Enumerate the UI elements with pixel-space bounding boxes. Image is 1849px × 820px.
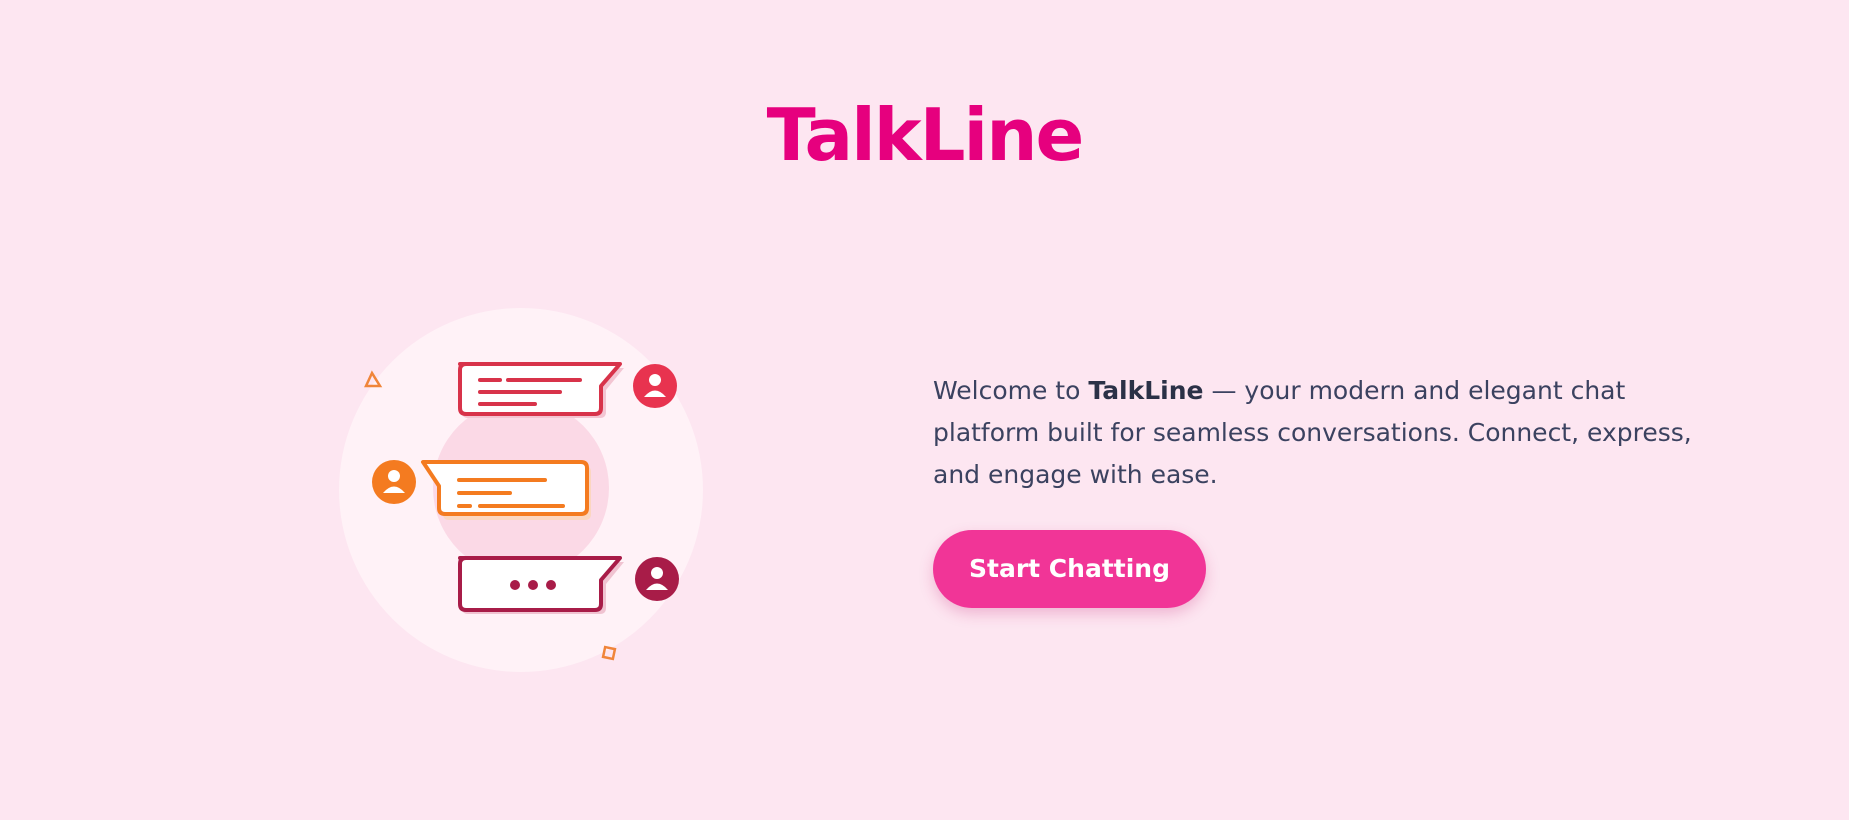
chat-bubble-icon <box>458 362 624 418</box>
chat-bubble-icon <box>421 460 591 520</box>
hero-copy: Welcome to TalkLine — your modern and el… <box>933 370 1713 608</box>
chat-illustration <box>335 300 735 680</box>
landing-page: TalkLine Welcome to TalkLine — your mode… <box>0 0 1849 820</box>
hero-tagline: Welcome to TalkLine — your modern and el… <box>933 370 1713 496</box>
square-icon <box>601 645 617 661</box>
page-title: TalkLine <box>766 93 1085 177</box>
user-avatar-icon <box>635 557 679 601</box>
user-avatar-icon <box>633 364 677 408</box>
start-chatting-button[interactable]: Start Chatting <box>933 530 1206 608</box>
user-avatar-icon <box>372 460 416 504</box>
tagline-brand: TalkLine <box>1088 376 1204 405</box>
tagline-prefix: Welcome to <box>933 376 1081 405</box>
typing-dots-icon <box>458 556 624 614</box>
chat-illustration-graphic <box>339 308 703 672</box>
